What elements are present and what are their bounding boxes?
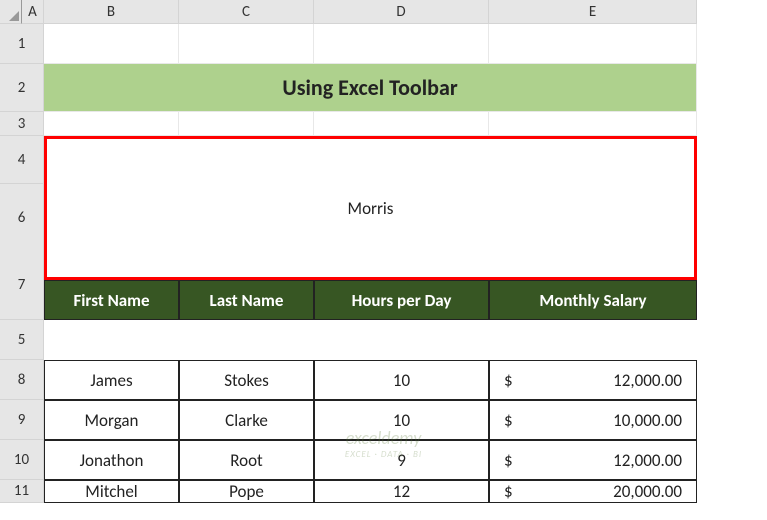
cell-first-2[interactable]: Jonathon — [44, 440, 179, 480]
merged-cell[interactable]: Morris — [44, 136, 697, 280]
cell-first-0[interactable]: James — [44, 360, 179, 400]
cell-salary-3[interactable]: $ 20,000.00 — [489, 480, 697, 503]
col-header-a[interactable]: A — [22, 0, 44, 24]
cell-first-1[interactable]: Morgan — [44, 400, 179, 440]
row-header-1[interactable]: 1 — [0, 24, 44, 64]
row-header-3[interactable]: 3 — [0, 112, 44, 136]
row-header-5[interactable]: 5 — [0, 320, 44, 360]
salary-value: 12,000.00 — [613, 370, 682, 391]
cell[interactable] — [179, 112, 314, 136]
salary-value: 20,000.00 — [613, 481, 682, 502]
row-header-6-7[interactable]: 6 7 — [0, 184, 44, 320]
cell-last-1[interactable]: Clarke — [179, 400, 314, 440]
cell[interactable] — [314, 112, 489, 136]
col-header-b[interactable]: B — [44, 0, 179, 24]
cell[interactable] — [44, 24, 179, 64]
cell-hours-3[interactable]: 12 — [314, 480, 489, 503]
row-header-8[interactable]: 8 — [0, 360, 44, 400]
cell-hours-0[interactable]: 10 — [314, 360, 489, 400]
cell-hours-2[interactable]: 9 — [314, 440, 489, 480]
row-num-6: 6 — [0, 209, 43, 227]
header-salary[interactable]: Monthly Salary — [489, 280, 697, 320]
row-header-11[interactable]: 11 — [0, 480, 44, 503]
cell-last-3[interactable]: Pope — [179, 480, 314, 503]
row-num-7: 7 — [0, 276, 43, 294]
title-cell[interactable]: Using Excel Toolbar — [44, 64, 697, 112]
cell-salary-1[interactable]: $ 10,000.00 — [489, 400, 697, 440]
col-header-c[interactable]: C — [179, 0, 314, 24]
cell[interactable] — [489, 24, 697, 64]
cell[interactable] — [44, 112, 179, 136]
cell-last-0[interactable]: Stokes — [179, 360, 314, 400]
cell-hours-1[interactable]: 10 — [314, 400, 489, 440]
currency-symbol: $ — [504, 450, 513, 471]
currency-symbol: $ — [504, 370, 513, 391]
cell[interactable] — [314, 24, 489, 64]
header-last-name[interactable]: Last Name — [179, 280, 314, 320]
select-all-corner[interactable] — [0, 0, 22, 24]
cell-salary-2[interactable]: $ 12,000.00 — [489, 440, 697, 480]
row-header-2[interactable]: 2 — [0, 64, 44, 112]
cell-last-2[interactable]: Root — [179, 440, 314, 480]
row-header-4[interactable]: 4 — [0, 136, 44, 184]
cell[interactable] — [489, 112, 697, 136]
col-header-d[interactable]: D — [314, 0, 489, 24]
header-hours[interactable]: Hours per Day — [314, 280, 489, 320]
spreadsheet-grid: A B C D E 1 2 Using Excel Toolbar 3 4 Fi… — [0, 0, 767, 503]
currency-symbol: $ — [504, 481, 513, 502]
row-header-9[interactable]: 9 — [0, 400, 44, 440]
cell-salary-0[interactable]: $ 12,000.00 — [489, 360, 697, 400]
col-header-e[interactable]: E — [489, 0, 697, 24]
row-header-10[interactable]: 10 — [0, 440, 44, 480]
currency-symbol: $ — [504, 410, 513, 431]
cell-first-3[interactable]: Mitchel — [44, 480, 179, 503]
salary-value: 12,000.00 — [613, 450, 682, 471]
salary-value: 10,000.00 — [613, 410, 682, 431]
header-first-name[interactable]: First Name — [44, 280, 179, 320]
cell[interactable] — [179, 24, 314, 64]
